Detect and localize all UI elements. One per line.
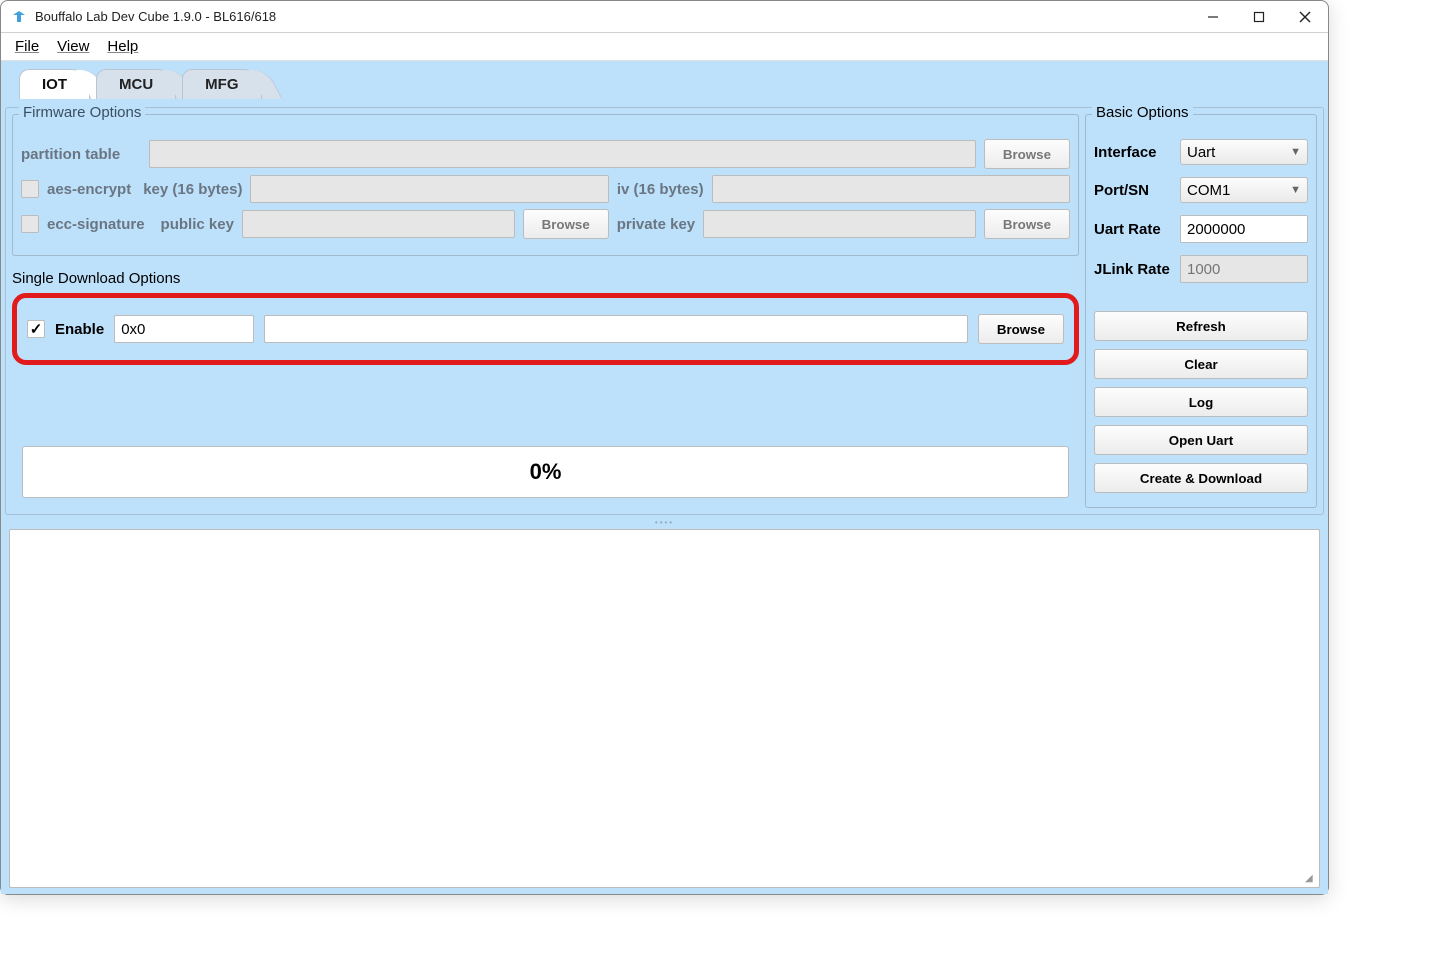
jlink-rate-label: JLink Rate bbox=[1094, 261, 1172, 278]
create-download-button[interactable]: Create & Download bbox=[1094, 463, 1308, 493]
interface-label: Interface bbox=[1094, 144, 1172, 161]
aes-encrypt-label: aes-encrypt bbox=[47, 181, 131, 198]
clear-button[interactable]: Clear bbox=[1094, 349, 1308, 379]
port-select[interactable]: COM1 ▼ bbox=[1180, 177, 1308, 203]
aes-encrypt-checkbox[interactable] bbox=[21, 180, 39, 198]
app-window: Bouffalo Lab Dev Cube 1.9.0 - BL616/618 … bbox=[0, 0, 1329, 895]
basic-options-group: Basic Options Interface Uart ▼ Port/SN bbox=[1085, 114, 1317, 508]
firmware-options-group: Firmware Options partition table Browse … bbox=[12, 114, 1079, 256]
public-key-input[interactable] bbox=[242, 210, 515, 238]
ecc-signature-label: ecc-signature bbox=[47, 216, 145, 233]
download-address-input[interactable] bbox=[114, 315, 254, 343]
private-key-label: private key bbox=[617, 216, 695, 233]
menubar: File View Help bbox=[1, 33, 1328, 61]
tab-mfg[interactable]: MFG bbox=[182, 69, 261, 99]
aes-key-input[interactable] bbox=[250, 175, 608, 203]
chevron-down-icon: ▼ bbox=[1290, 146, 1301, 158]
ecc-signature-checkbox[interactable] bbox=[21, 215, 39, 233]
firmware-options-title: Firmware Options bbox=[19, 104, 145, 121]
log-pane[interactable]: ◢ bbox=[9, 529, 1320, 888]
menu-file[interactable]: File bbox=[15, 38, 39, 55]
aes-iv-input[interactable] bbox=[712, 175, 1070, 203]
maximize-button[interactable] bbox=[1236, 1, 1282, 32]
enable-checkbox[interactable]: ✓ bbox=[27, 320, 45, 338]
partition-table-label: partition table bbox=[21, 146, 141, 163]
interface-select[interactable]: Uart ▼ bbox=[1180, 139, 1308, 165]
key-label: key (16 bytes) bbox=[143, 181, 242, 198]
basic-options-title: Basic Options bbox=[1092, 104, 1193, 121]
jlink-rate-input[interactable] bbox=[1180, 255, 1308, 283]
window-controls bbox=[1190, 1, 1328, 32]
port-label: Port/SN bbox=[1094, 182, 1172, 199]
interface-value: Uart bbox=[1187, 144, 1215, 161]
iv-label: iv (16 bytes) bbox=[617, 181, 704, 198]
uart-rate-label: Uart Rate bbox=[1094, 221, 1172, 238]
titlebar: Bouffalo Lab Dev Cube 1.9.0 - BL616/618 bbox=[1, 1, 1328, 33]
single-download-title: Single Download Options bbox=[12, 270, 1079, 287]
single-download-highlight: ✓ Enable Browse bbox=[12, 293, 1079, 365]
log-button[interactable]: Log bbox=[1094, 387, 1308, 417]
public-key-label: public key bbox=[161, 216, 234, 233]
tab-iot[interactable]: IOT bbox=[19, 69, 90, 99]
main-row: Firmware Options partition table Browse … bbox=[5, 107, 1324, 515]
resize-grip-icon[interactable]: ◢ bbox=[1305, 873, 1317, 885]
single-download-section: Single Download Options ✓ Enable Browse bbox=[12, 270, 1079, 365]
refresh-button[interactable]: Refresh bbox=[1094, 311, 1308, 341]
download-browse-button[interactable]: Browse bbox=[978, 314, 1064, 344]
open-uart-button[interactable]: Open Uart bbox=[1094, 425, 1308, 455]
port-value: COM1 bbox=[1187, 182, 1230, 199]
tab-strip: IOT MCU MFG bbox=[19, 69, 262, 99]
private-key-browse-button[interactable]: Browse bbox=[984, 209, 1070, 239]
client-area: IOT MCU MFG Firmware Options partition t… bbox=[1, 61, 1328, 894]
download-path-input[interactable] bbox=[264, 315, 968, 343]
chevron-down-icon: ▼ bbox=[1290, 184, 1301, 196]
left-column: Firmware Options partition table Browse … bbox=[12, 114, 1079, 508]
window-title: Bouffalo Lab Dev Cube 1.9.0 - BL616/618 bbox=[35, 9, 1190, 24]
tab-mcu[interactable]: MCU bbox=[96, 69, 176, 99]
progress-bar: 0% bbox=[22, 446, 1069, 498]
minimize-button[interactable] bbox=[1190, 1, 1236, 32]
basic-buttons: Refresh Clear Log Open Uart Create & Dow… bbox=[1094, 307, 1308, 497]
progress-text: 0% bbox=[530, 459, 562, 485]
menu-help[interactable]: Help bbox=[107, 38, 138, 55]
right-column: Basic Options Interface Uart ▼ Port/SN bbox=[1085, 114, 1317, 508]
app-icon bbox=[11, 9, 27, 25]
close-button[interactable] bbox=[1282, 1, 1328, 32]
upper-area: IOT MCU MFG Firmware Options partition t… bbox=[5, 65, 1324, 515]
private-key-input[interactable] bbox=[703, 210, 976, 238]
splitter-handle[interactable]: •••• bbox=[5, 517, 1324, 527]
uart-rate-input[interactable] bbox=[1180, 215, 1308, 243]
public-key-browse-button[interactable]: Browse bbox=[523, 209, 609, 239]
partition-browse-button[interactable]: Browse bbox=[984, 139, 1070, 169]
enable-label: Enable bbox=[55, 321, 104, 338]
partition-table-input[interactable] bbox=[149, 140, 976, 168]
menu-view[interactable]: View bbox=[57, 38, 89, 55]
